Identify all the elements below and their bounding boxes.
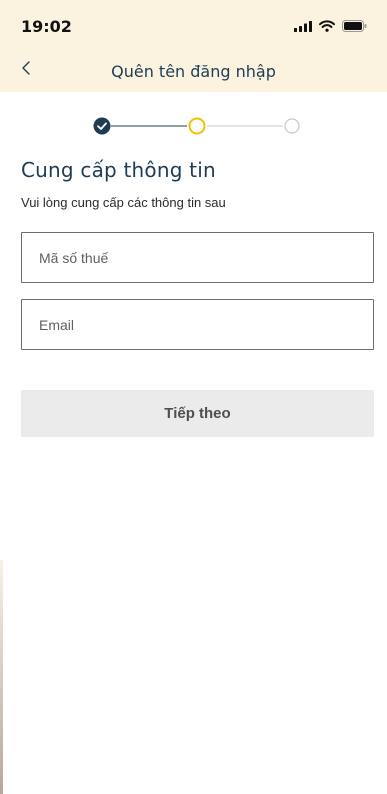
status-bar: 19:02 bbox=[0, 0, 387, 52]
email-input[interactable] bbox=[21, 299, 374, 350]
signal-icon bbox=[294, 19, 312, 37]
step-2-current-icon bbox=[188, 117, 206, 135]
status-icons bbox=[294, 19, 367, 37]
battery-icon bbox=[342, 19, 367, 37]
progress-stepper bbox=[93, 116, 301, 136]
wifi-icon bbox=[319, 19, 335, 37]
form-heading: Cung cấp thông tin bbox=[21, 158, 216, 182]
form-section: Cung cấp thông tin Vui lòng cung cấp các… bbox=[21, 158, 374, 437]
step-1-completed-icon bbox=[93, 117, 111, 135]
background-edge bbox=[0, 560, 3, 794]
page-title: Quên tên đăng nhập bbox=[111, 62, 276, 81]
nav-bar: Quên tên đăng nhập bbox=[0, 52, 387, 92]
step-3-pending-icon bbox=[284, 118, 300, 134]
top-header: 19:02 Quên tên đăng nhập bbox=[0, 0, 387, 92]
status-time: 19:02 bbox=[21, 17, 72, 36]
tax-code-input[interactable] bbox=[21, 232, 374, 283]
next-button[interactable]: Tiếp theo bbox=[21, 390, 374, 437]
form-subtext: Vui lòng cung cấp các thông tin sau bbox=[21, 195, 226, 210]
